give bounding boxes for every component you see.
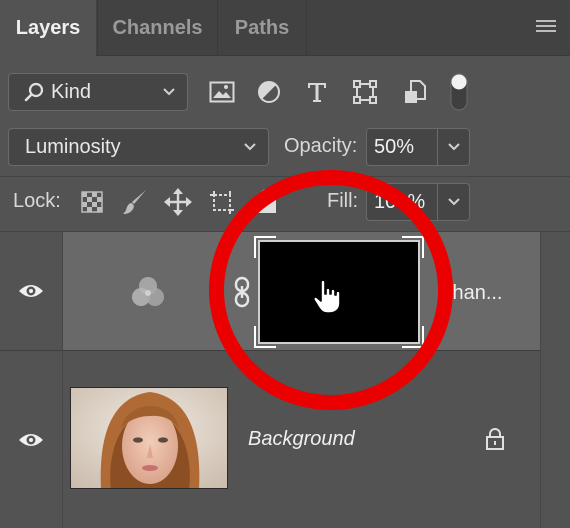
mask-link-icon[interactable] (233, 276, 251, 308)
blend-mode-value: Luminosity (25, 135, 121, 158)
mask-selection-corner (254, 236, 276, 258)
eye-icon (19, 433, 43, 446)
type-filter-icon[interactable] (302, 77, 332, 107)
smart-object-filter-icon[interactable] (400, 77, 430, 107)
mask-selection-corner (402, 236, 424, 258)
tab-channels[interactable]: Channels (97, 0, 217, 56)
hand-cursor-icon (312, 279, 341, 314)
fill-input[interactable]: 100% (366, 183, 438, 221)
lock-image-pixels-icon[interactable] (120, 187, 150, 217)
mask-selection-corner (402, 326, 424, 348)
lock-icon (486, 428, 504, 450)
panel-tab-bar: Layers Channels Paths (0, 0, 570, 57)
tab-paths[interactable]: Paths (217, 0, 307, 56)
search-icon (24, 82, 44, 102)
image-filter-icon[interactable] (207, 77, 237, 107)
panel-menu-icon[interactable] (536, 20, 556, 34)
lock-artboards-icon[interactable] (208, 187, 238, 217)
chevron-down-icon (447, 198, 460, 206)
lock-label: Lock: (13, 190, 61, 212)
chevron-down-icon (244, 143, 256, 151)
channel-mixer-icon (132, 277, 164, 306)
scrollbar-track[interactable] (540, 232, 570, 528)
opacity-dropdown-button[interactable] (438, 128, 470, 166)
tab-layers[interactable]: Layers (0, 0, 96, 57)
fill-label: Fill: (327, 190, 359, 212)
lock-all-icon[interactable] (252, 187, 282, 217)
filter-kind-dropdown[interactable]: Kind (8, 73, 188, 111)
opacity-label: Opacity: (284, 135, 358, 157)
blend-mode-dropdown[interactable]: Luminosity (8, 128, 269, 166)
layer-name[interactable]: Background (248, 428, 355, 451)
lock-position-icon[interactable] (163, 187, 193, 217)
layer-visibility-toggle[interactable] (0, 232, 63, 350)
adjustment-filter-icon[interactable] (254, 77, 284, 107)
lock-transparent-pixels-icon[interactable] (77, 187, 107, 217)
chevron-down-icon (163, 88, 175, 96)
background-layer-thumbnail[interactable] (70, 387, 228, 489)
eye-icon (19, 285, 43, 297)
layer-name[interactable]: Chan... (438, 282, 502, 305)
fill-dropdown-button[interactable] (438, 183, 470, 221)
opacity-input[interactable]: 50% (366, 128, 438, 166)
mask-selection-corner (254, 326, 276, 348)
filter-kind-label: Kind (51, 80, 92, 103)
divider (0, 176, 570, 177)
chevron-down-icon (447, 143, 460, 151)
filter-toggle-icon[interactable] (444, 72, 474, 112)
shape-filter-icon[interactable] (350, 77, 380, 107)
layer-visibility-toggle[interactable] (0, 351, 63, 528)
